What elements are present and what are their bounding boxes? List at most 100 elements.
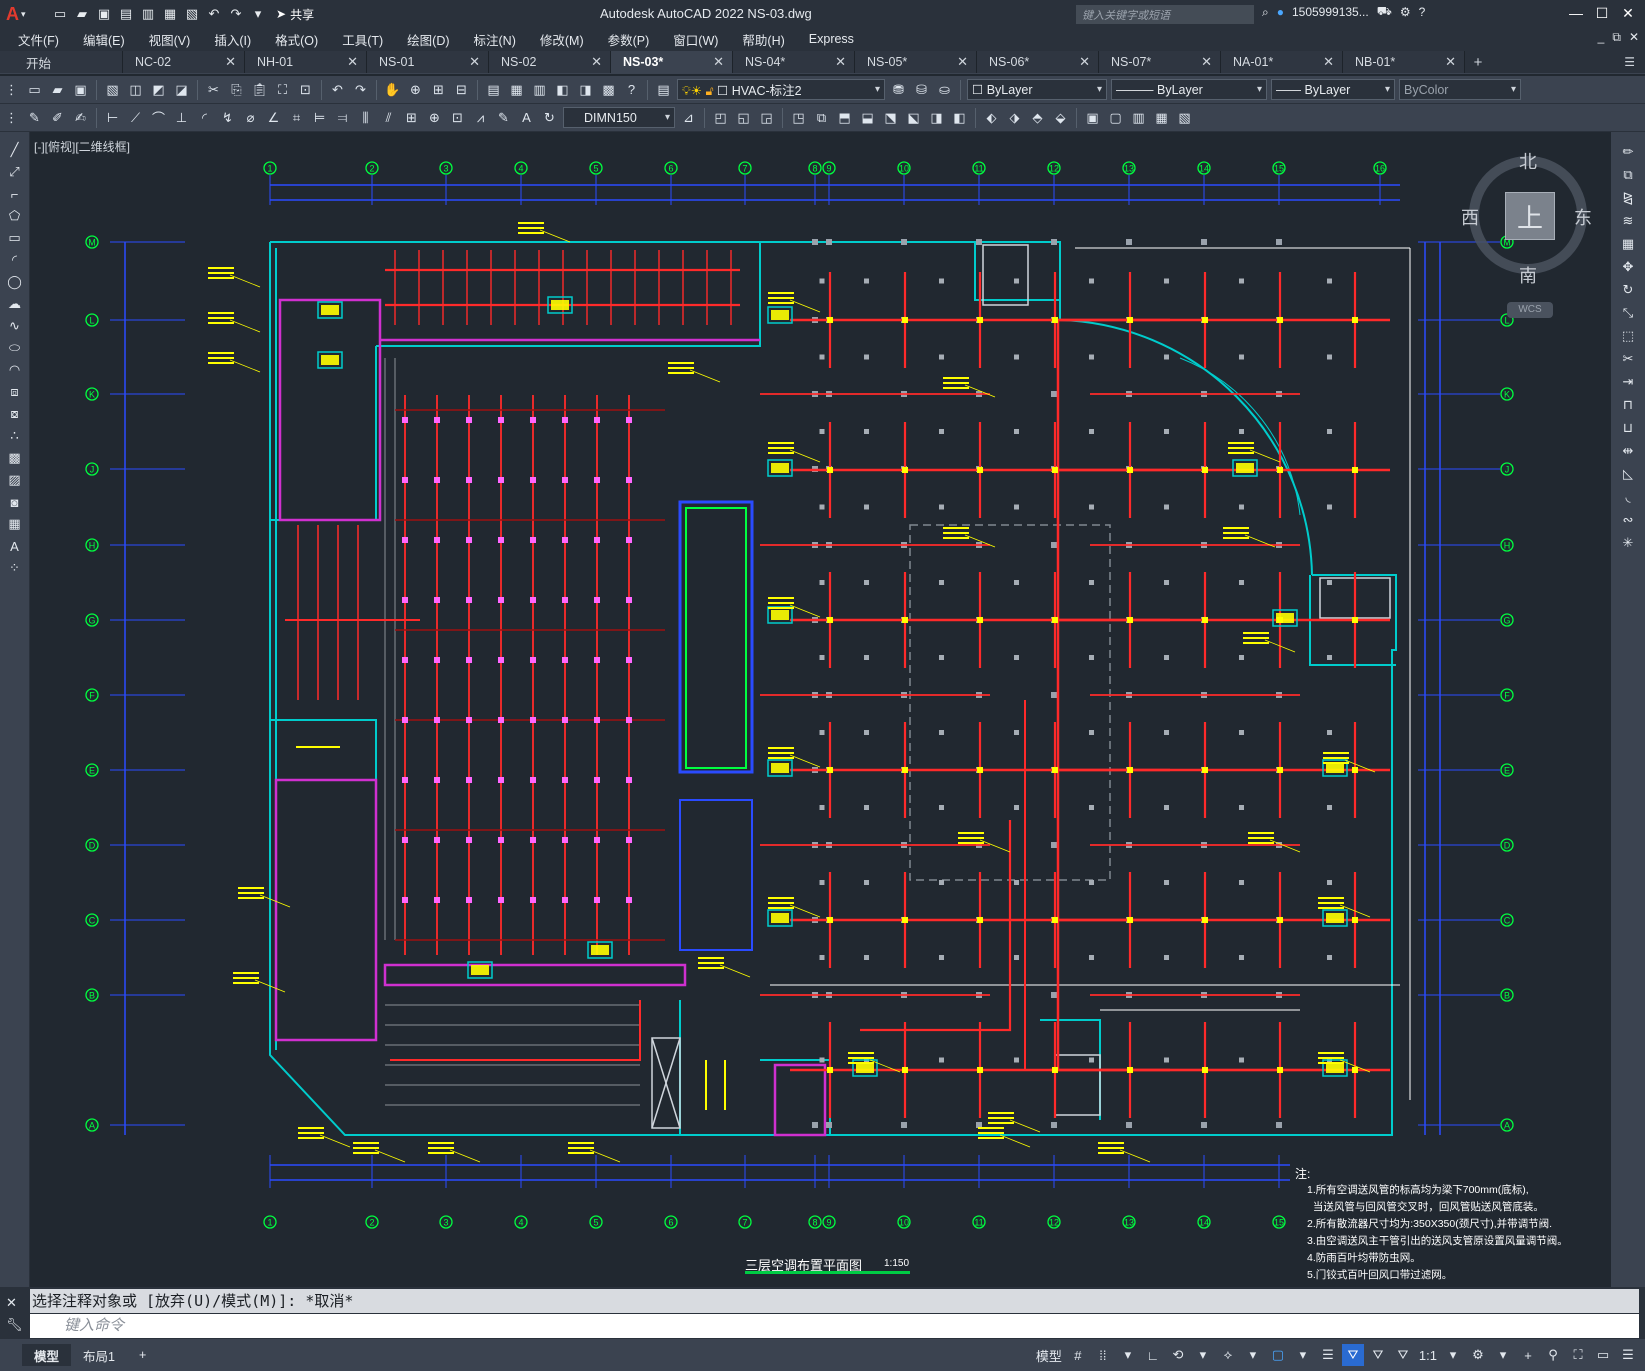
new-icon[interactable]: ▭	[50, 4, 70, 24]
layer-states-icon[interactable]: ⛀	[934, 79, 955, 100]
polygon-icon[interactable]: ⬠	[4, 206, 26, 226]
break-point-icon[interactable]: ⊓	[1617, 395, 1639, 415]
tab-nb-01[interactable]: NB-01* ✕	[1343, 51, 1465, 73]
arc-length-icon[interactable]: ⌒	[148, 107, 169, 128]
quick-dim-icon[interactable]: ⌗	[286, 107, 307, 128]
array-icon[interactable]: ▦	[1617, 234, 1639, 254]
add-selected-icon[interactable]: ⁘	[4, 558, 26, 578]
modify-14-icon[interactable]: ⬘	[1027, 107, 1048, 128]
modify-1-icon[interactable]: ◰	[710, 107, 731, 128]
3d-dwf-icon[interactable]: ◪	[171, 79, 192, 100]
menu-parametric[interactable]: 参数(P)	[596, 30, 662, 49]
layout-tab-model[interactable]: 模型	[22, 1344, 72, 1366]
tab-nh-01[interactable]: NH-01 ✕	[245, 51, 367, 73]
menu-dimension[interactable]: 标注(N)	[462, 30, 528, 49]
annotate-icon[interactable]: ✎	[24, 107, 45, 128]
angular-dim-icon[interactable]: ∠	[263, 107, 284, 128]
modify-18-icon[interactable]: ▥	[1128, 107, 1149, 128]
close-icon[interactable]: ✕	[469, 54, 480, 70]
properties-icon[interactable]: ▤	[483, 79, 504, 100]
fillet-icon[interactable]: ◟	[1617, 487, 1639, 507]
viewcube-west[interactable]: 西	[1461, 204, 1479, 230]
match-properties-icon[interactable]: ⛶	[272, 79, 293, 100]
close-icon[interactable]: ✕	[1201, 54, 1212, 70]
snap-icon[interactable]: ⁞⁞	[1092, 1344, 1114, 1366]
close-icon[interactable]: ✕	[1445, 54, 1456, 70]
offset-icon[interactable]: ≋	[1617, 211, 1639, 231]
plot-icon[interactable]: ▧	[182, 4, 202, 24]
modify-20-icon[interactable]: ▧	[1174, 107, 1195, 128]
account-icon[interactable]: ⚙	[1400, 5, 1411, 19]
modify-16-icon[interactable]: ▣	[1082, 107, 1103, 128]
viewcube-east[interactable]: 东	[1574, 204, 1592, 230]
diameter-dim-icon[interactable]: ⌀	[240, 107, 261, 128]
menu-express[interactable]: Express	[797, 32, 866, 46]
publish-icon[interactable]: ◩	[148, 79, 169, 100]
tab-ns-01[interactable]: NS-01 ✕	[367, 51, 489, 73]
modify-2-icon[interactable]: ◱	[733, 107, 754, 128]
dim-style-icon[interactable]: ⊿	[678, 107, 699, 128]
zoom-realtime-icon[interactable]: ⊕	[405, 79, 426, 100]
zoom-window-icon[interactable]: ⊞	[428, 79, 449, 100]
modify-12-icon[interactable]: ⬖	[981, 107, 1002, 128]
cart-icon[interactable]: ⛟	[1377, 4, 1392, 20]
menu-draw[interactable]: 绘图(D)	[395, 30, 461, 49]
point-icon[interactable]: ∴	[4, 426, 26, 446]
wcs-menu[interactable]: WCS	[1507, 302, 1553, 318]
design-center-icon[interactable]: ▦	[506, 79, 527, 100]
radius-dim-icon[interactable]: ◜	[194, 107, 215, 128]
polar-icon[interactable]: ⟲	[1167, 1344, 1189, 1366]
menu-edit[interactable]: 编辑(E)	[71, 30, 137, 49]
modify-4-icon[interactable]: ◳	[788, 107, 809, 128]
help-icon[interactable]: ?	[621, 79, 642, 100]
undo-icon[interactable]: ↶	[327, 79, 348, 100]
cut-icon[interactable]: ✂	[203, 79, 224, 100]
grid-icon[interactable]: #	[1067, 1344, 1089, 1366]
annotate2-icon[interactable]: ✐	[47, 107, 68, 128]
tab-ns-02[interactable]: NS-02 ✕	[489, 51, 611, 73]
doc-restore-icon[interactable]: ⧉	[1612, 30, 1621, 45]
layout-tab-layout1[interactable]: 布局1	[71, 1344, 127, 1366]
isodraft-menu-icon[interactable]: ▾	[1242, 1344, 1264, 1366]
scale-icon[interactable]: ⤡	[1617, 303, 1639, 323]
user-name[interactable]: 1505999135...	[1292, 5, 1369, 19]
baseline-dim-icon[interactable]: ⊨	[309, 107, 330, 128]
clean-screen-icon[interactable]: ▭	[1592, 1344, 1614, 1366]
pan-icon[interactable]: ✋	[382, 79, 403, 100]
minimize-icon[interactable]: —	[1563, 2, 1589, 24]
arc-icon[interactable]: ◜	[4, 250, 26, 270]
tab-ns-07[interactable]: NS-07* ✕	[1099, 51, 1221, 73]
copy-object-icon[interactable]: ⧉	[1617, 165, 1639, 185]
close-icon[interactable]: ✕	[713, 54, 724, 70]
inspect-icon[interactable]: ⊡	[447, 107, 468, 128]
modify-9-icon[interactable]: ⬕	[903, 107, 924, 128]
jogged-dim-icon[interactable]: ↯	[217, 107, 238, 128]
layer-dropdown[interactable]: 💡︎☀ 🔓︎ ☐ HVAC-标注2 ▾	[677, 79, 885, 100]
tab-ns-03[interactable]: NS-03* ✕	[611, 51, 733, 73]
center-mark-icon[interactable]: ⊕	[424, 107, 445, 128]
close-icon[interactable]: ✕	[591, 54, 602, 70]
modify-17-icon[interactable]: ▢	[1105, 107, 1126, 128]
menu-modify[interactable]: 修改(M)	[528, 30, 596, 49]
ordinate-dim-icon[interactable]: ⊥	[171, 107, 192, 128]
mirror-icon[interactable]: ⧎	[1617, 188, 1639, 208]
make-current-icon[interactable]: ⛃	[888, 79, 909, 100]
sheet-set-icon[interactable]: ◧	[552, 79, 573, 100]
ellipse-icon[interactable]: ⬭	[4, 338, 26, 358]
ellipse-arc-icon[interactable]: ◠	[4, 360, 26, 380]
rotate-icon[interactable]: ↻	[1617, 280, 1639, 300]
insert-block-icon[interactable]: ⧈	[4, 382, 26, 402]
close-icon[interactable]: ✕	[1615, 2, 1641, 24]
menu-tools[interactable]: 工具(T)	[330, 30, 395, 49]
customize-icon[interactable]: 🔧︎	[6, 1317, 23, 1333]
annotation-visibility-icon[interactable]: ⛛	[1341, 1344, 1364, 1366]
modify-3-icon[interactable]: ◲	[756, 107, 777, 128]
open-icon[interactable]: ▰	[47, 79, 68, 100]
close-icon[interactable]: ✕	[347, 54, 358, 70]
viewcube-north[interactable]: 北	[1519, 148, 1537, 174]
autocad-logo-icon[interactable]: A ▾	[6, 3, 32, 25]
help-icon[interactable]: ?	[1419, 5, 1426, 19]
join-icon[interactable]: ⇹	[1617, 441, 1639, 461]
doc-minimize-icon[interactable]: _	[1598, 30, 1605, 45]
tab-nc-02[interactable]: NC-02 ✕	[123, 51, 245, 73]
